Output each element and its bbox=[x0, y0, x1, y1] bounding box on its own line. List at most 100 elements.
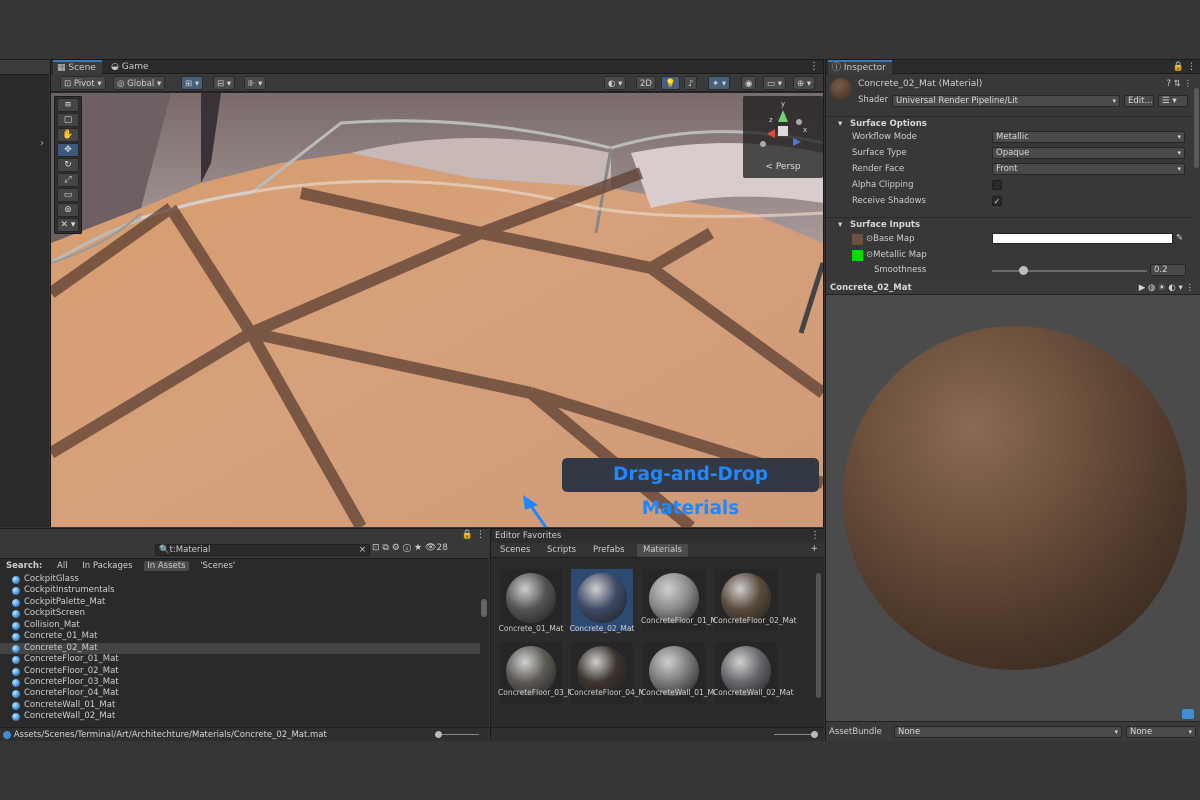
scope-scenes[interactable]: 'Scenes' bbox=[197, 561, 238, 571]
grid-snap-button[interactable]: ⊞ ▾ bbox=[181, 76, 204, 90]
smoothness-slider[interactable] bbox=[992, 266, 1147, 275]
clear-search-icon[interactable]: × bbox=[359, 545, 366, 555]
workflow-mode-dropdown[interactable]: Metallic ▾ bbox=[992, 131, 1185, 143]
tab-inspector[interactable]: ⓘ Inspector bbox=[828, 60, 892, 74]
perspective-label[interactable]: < Persp bbox=[743, 162, 823, 172]
lighting-toggle-icon[interactable]: 💡 bbox=[661, 76, 680, 90]
assetbundle-dropdown[interactable]: None ▾ bbox=[894, 726, 1122, 738]
more-options-icon[interactable]: ⋮ bbox=[809, 60, 819, 74]
slider-handle[interactable] bbox=[811, 731, 818, 738]
tab-scripts[interactable]: Scripts bbox=[541, 544, 582, 557]
list-menu-button[interactable]: ☰ ▾ bbox=[1158, 95, 1188, 107]
scale-tool-icon[interactable]: ⤢ bbox=[57, 173, 79, 187]
settings-icon[interactable]: ⚙ bbox=[392, 543, 400, 553]
surface-options-header[interactable]: ▾ Surface Options bbox=[826, 116, 1192, 130]
preview-controls[interactable]: ▶ ◍ ☀ ◐ ▾ ⋮ bbox=[1139, 281, 1194, 295]
lock-icon[interactable]: 🔒 bbox=[462, 530, 473, 540]
drag-handle-icon[interactable]: ≡ bbox=[57, 98, 79, 112]
list-item[interactable]: Concrete_01_Mat bbox=[0, 631, 480, 642]
shading-mode-button[interactable]: ◐ ▾ bbox=[604, 76, 627, 90]
slider-handle[interactable] bbox=[435, 731, 442, 738]
camera-settings-icon[interactable]: ▭ ▾ bbox=[763, 76, 786, 90]
visibility-toggle-icon[interactable]: ◉ bbox=[741, 76, 757, 90]
add-icon[interactable]: + bbox=[810, 544, 818, 554]
info-icon[interactable]: ⓘ bbox=[403, 543, 411, 553]
sphere-mesh-icon[interactable]: ◍ bbox=[1148, 283, 1155, 293]
list-item[interactable]: ConcreteFloor_01_Mat bbox=[0, 654, 480, 665]
orientation-gizmo[interactable]: y x z < Persp bbox=[743, 96, 823, 178]
list-item[interactable]: ConcreteFloor_04_Mat bbox=[0, 688, 480, 699]
scrollbar-thumb[interactable] bbox=[816, 573, 821, 698]
material-thumbnail-selected[interactable] bbox=[571, 569, 633, 631]
list-item-selected[interactable]: Concrete_02_Mat bbox=[0, 642, 480, 655]
surface-type-dropdown[interactable]: Opaque ▾ bbox=[992, 147, 1185, 159]
assetbundle-variant-dropdown[interactable]: None ▾ bbox=[1126, 726, 1196, 738]
zoom-slider[interactable] bbox=[435, 731, 479, 738]
shader-dropdown[interactable]: Universal Render Pipeline/Lit ▾ bbox=[892, 95, 1120, 107]
tag-icon[interactable] bbox=[1182, 709, 1194, 719]
list-item[interactable]: ConcreteWall_02_Mat bbox=[0, 711, 480, 722]
more-options-icon[interactable]: ⋮ bbox=[476, 530, 485, 540]
pivot-dropdown[interactable]: ⊡ Pivot ▾ bbox=[60, 76, 106, 90]
filter-icons[interactable]: ⊡ ⧉ ⚙ ⓘ ★ 👁28 bbox=[372, 543, 448, 553]
base-map-texture-slot[interactable] bbox=[852, 234, 863, 245]
move-tool-icon[interactable]: ✥ bbox=[57, 143, 79, 157]
eyedropper-icon[interactable]: ✎ bbox=[1176, 231, 1183, 245]
search-input[interactable]: 🔍t:Material × bbox=[155, 544, 370, 556]
type-filter-icon[interactable]: ⊡ bbox=[372, 543, 380, 553]
chevron-right-icon[interactable]: › bbox=[40, 138, 44, 149]
light-icon[interactable]: ☀ bbox=[1158, 283, 1166, 293]
metallic-map-texture-slot[interactable] bbox=[852, 250, 863, 261]
ruler-button[interactable]: ⊪ ▾ bbox=[244, 76, 267, 90]
scrollbar-thumb[interactable] bbox=[481, 599, 487, 617]
slider-handle[interactable] bbox=[1019, 266, 1028, 275]
base-map-color-field[interactable] bbox=[992, 233, 1173, 244]
list-item[interactable]: CockpitGlass bbox=[0, 574, 480, 585]
scrollbar-thumb[interactable] bbox=[1194, 88, 1199, 168]
zoom-slider[interactable] bbox=[774, 731, 818, 738]
transform-tool-icon[interactable]: ⊚ bbox=[57, 203, 79, 217]
scope-in-packages[interactable]: In Packages bbox=[79, 561, 135, 571]
snap-increment-button[interactable]: ⊟ ▾ bbox=[213, 76, 236, 90]
toggle-2d-button[interactable]: 2D bbox=[636, 76, 656, 90]
tab-prefabs[interactable]: Prefabs bbox=[587, 544, 631, 557]
custom-tool-icon[interactable]: ✕ ▾ bbox=[57, 218, 79, 232]
eye-icon[interactable]: 👁 bbox=[425, 543, 436, 553]
rect-tool-icon[interactable]: ▭ bbox=[57, 188, 79, 202]
global-dropdown[interactable]: ◎ Global ▾ bbox=[113, 76, 166, 90]
surface-inputs-header[interactable]: ▾ Surface Inputs bbox=[826, 217, 1192, 231]
favorite-star-icon[interactable]: ★ bbox=[414, 543, 422, 553]
rotate-tool-icon[interactable]: ↻ bbox=[57, 158, 79, 172]
edit-shader-button[interactable]: Edit... bbox=[1124, 95, 1154, 107]
hand-tool-icon[interactable]: ✋ bbox=[57, 128, 79, 142]
smoothness-value[interactable]: 0.2 bbox=[1150, 264, 1186, 276]
list-item[interactable]: CockpitScreen bbox=[0, 608, 480, 619]
audio-toggle-icon[interactable]: ♪ bbox=[684, 76, 698, 90]
tab-scenes[interactable]: Scenes bbox=[494, 544, 536, 557]
list-item[interactable]: ConcreteFloor_03_Mat bbox=[0, 677, 480, 688]
more-options-icon[interactable]: ⋮ bbox=[1187, 60, 1196, 74]
play-icon[interactable]: ▶ bbox=[1139, 283, 1146, 293]
scope-all[interactable]: All bbox=[54, 561, 71, 571]
header-icons[interactable]: ? ⇅ ⋮ bbox=[1166, 77, 1192, 91]
background-icon[interactable]: ◐ ▾ bbox=[1168, 283, 1182, 293]
more-options-icon[interactable]: ⋮ bbox=[1186, 283, 1195, 293]
label-filter-icon[interactable]: ⧉ bbox=[382, 543, 388, 553]
lock-icon[interactable]: 🔒 bbox=[1173, 60, 1184, 74]
effects-toggle-icon[interactable]: ✦ ▾ bbox=[708, 76, 731, 90]
more-options-icon[interactable]: ⋮ bbox=[810, 529, 820, 543]
render-face-dropdown[interactable]: Front ▾ bbox=[992, 163, 1185, 175]
list-item[interactable]: ConcreteWall_01_Mat bbox=[0, 700, 480, 711]
list-item[interactable]: ConcreteFloor_02_Mat bbox=[0, 666, 480, 677]
material-thumbnail[interactable] bbox=[500, 569, 562, 631]
scope-in-assets[interactable]: In Assets bbox=[144, 561, 189, 571]
view-tool-icon[interactable]: ▢ bbox=[57, 113, 79, 127]
gizmos-dropdown-icon[interactable]: ⊕ ▾ bbox=[793, 76, 816, 90]
receive-shadows-checkbox[interactable]: ✓ bbox=[992, 196, 1002, 206]
alpha-clipping-checkbox[interactable] bbox=[992, 180, 1002, 190]
tab-game[interactable]: ◒ Game bbox=[107, 60, 155, 74]
tab-scene[interactable]: ▦ Scene bbox=[53, 60, 102, 74]
list-item[interactable]: CockpitPalette_Mat bbox=[0, 597, 480, 608]
tab-materials[interactable]: Materials bbox=[637, 544, 688, 557]
material-preview-sphere[interactable] bbox=[843, 326, 1187, 670]
